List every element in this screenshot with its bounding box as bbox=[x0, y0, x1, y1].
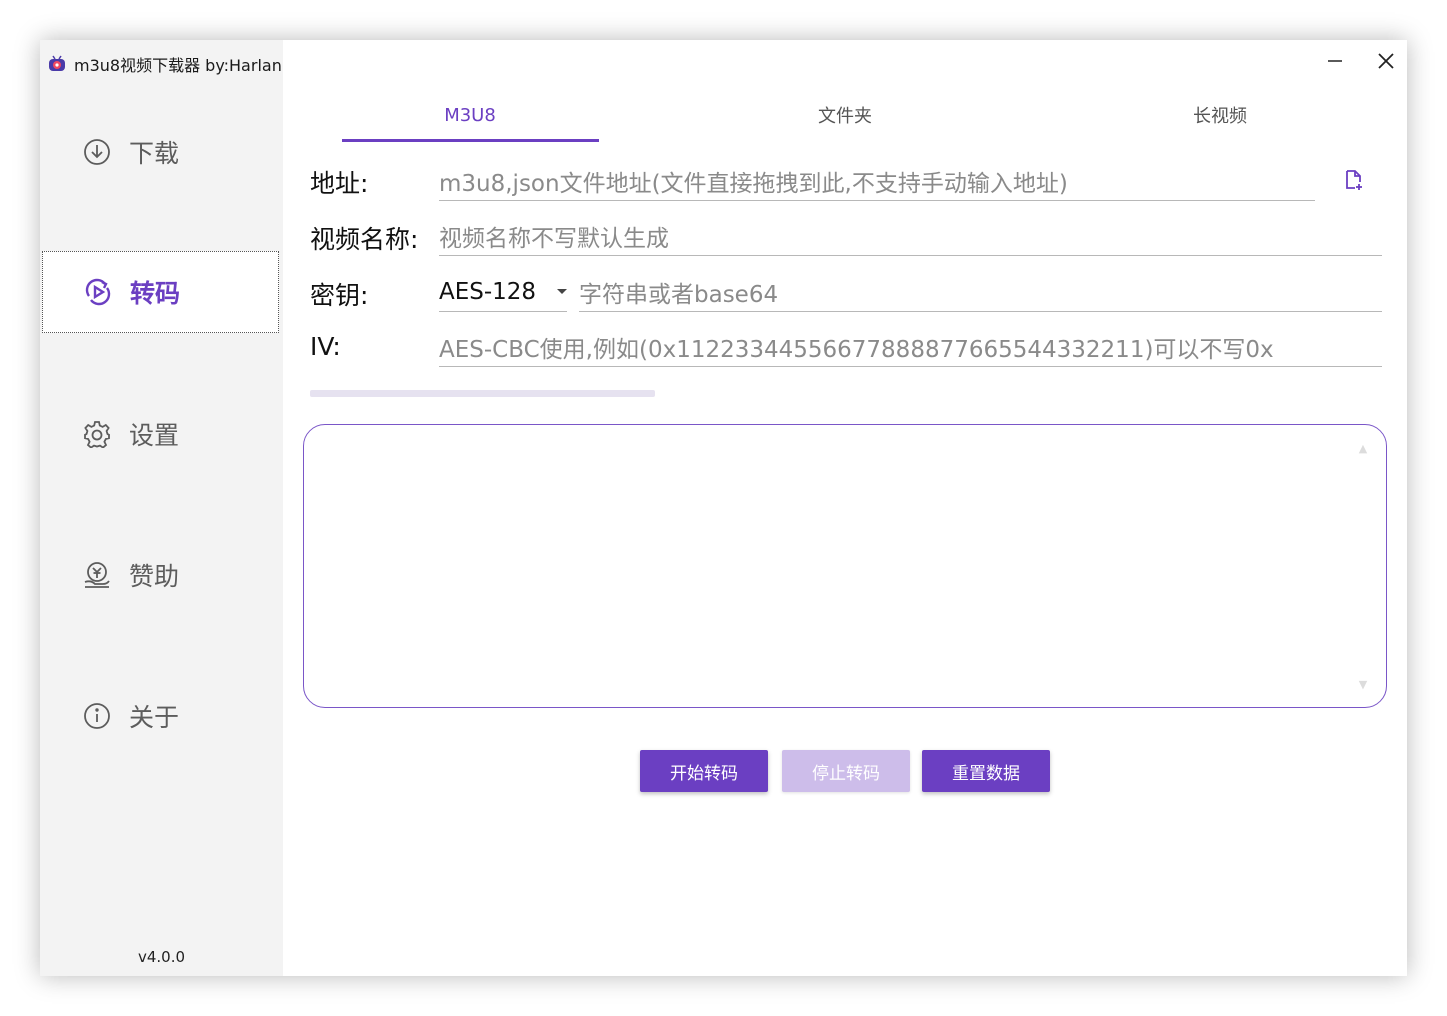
transcode-icon bbox=[83, 277, 113, 307]
sponsor-icon bbox=[82, 560, 112, 590]
reset-data-button[interactable]: 重置数据 bbox=[922, 750, 1050, 792]
sidebar-item-about[interactable]: 关于 bbox=[42, 675, 279, 757]
chevron-down-icon bbox=[557, 289, 567, 294]
sidebar-item-label: 转码 bbox=[130, 279, 181, 308]
progress-bar bbox=[310, 390, 655, 397]
sidebar-item-download[interactable]: 下载 bbox=[42, 111, 279, 193]
close-button[interactable] bbox=[1366, 48, 1406, 78]
download-circle-icon bbox=[82, 137, 112, 167]
minimize-button[interactable] bbox=[1315, 48, 1355, 78]
key-input[interactable]: 字符串或者base64 bbox=[579, 272, 1382, 312]
tab-m3u8[interactable]: M3U8 bbox=[320, 92, 620, 138]
sidebar-item-sponsor[interactable]: 赞助 bbox=[42, 534, 279, 616]
log-textarea[interactable]: ▲ ▼ bbox=[303, 424, 1387, 708]
encryption-method-select[interactable]: AES-128 bbox=[439, 272, 567, 312]
key-placeholder: 字符串或者base64 bbox=[579, 281, 779, 308]
tab-bar: M3U8 文件夹 长视频 bbox=[306, 92, 1398, 142]
minimize-icon bbox=[1327, 53, 1343, 73]
app-title: m3u8视频下载器 by:Harlan bbox=[74, 56, 282, 75]
video-name-label: 视频名称: bbox=[310, 225, 419, 254]
tab-folder[interactable]: 文件夹 bbox=[695, 92, 995, 138]
address-input[interactable]: m3u8,json文件地址(文件直接拖拽到此,不支持手动输入地址) bbox=[439, 161, 1315, 201]
close-icon bbox=[1377, 52, 1395, 74]
start-transcode-button[interactable]: 开始转码 bbox=[640, 750, 768, 792]
file-add-icon[interactable] bbox=[1345, 170, 1365, 192]
version-label: v4.0.0 bbox=[137, 948, 186, 966]
app-title-bar: m3u8视频下载器 by:Harlan bbox=[48, 53, 282, 75]
gear-icon bbox=[82, 419, 112, 449]
info-icon bbox=[82, 701, 112, 731]
address-placeholder: m3u8,json文件地址(文件直接拖拽到此,不支持手动输入地址) bbox=[439, 170, 1068, 197]
key-label: 密钥: bbox=[310, 281, 369, 310]
sidebar-item-settings[interactable]: 设置 bbox=[42, 393, 279, 475]
tab-active-indicator bbox=[342, 139, 599, 142]
sidebar-item-label: 设置 bbox=[129, 421, 180, 450]
video-name-input[interactable]: 视频名称不写默认生成 bbox=[439, 216, 1382, 256]
video-name-placeholder: 视频名称不写默认生成 bbox=[439, 225, 669, 252]
tab-long-video[interactable]: 长视频 bbox=[1070, 92, 1370, 138]
sidebar-item-label: 关于 bbox=[129, 703, 180, 732]
iv-placeholder: AES-CBC使用,例如(0x1122334455667788887766554… bbox=[439, 336, 1274, 363]
address-label: 地址: bbox=[310, 169, 369, 198]
iv-input[interactable]: AES-CBC使用,例如(0x1122334455667788887766554… bbox=[439, 327, 1382, 367]
scroll-down-icon[interactable]: ▼ bbox=[1354, 675, 1372, 693]
app-window: m3u8视频下载器 by:Harlan 下载 转码 设置 赞助 关于 v4.0.… bbox=[40, 40, 1407, 976]
encryption-method-value: AES-128 bbox=[439, 278, 537, 305]
iv-label: IV: bbox=[310, 332, 341, 361]
sidebar-item-label: 赞助 bbox=[129, 562, 180, 591]
sidebar: m3u8视频下载器 by:Harlan 下载 转码 设置 赞助 关于 v4.0.… bbox=[40, 40, 283, 976]
sidebar-item-transcode[interactable]: 转码 bbox=[42, 251, 279, 333]
stop-transcode-button[interactable]: 停止转码 bbox=[782, 750, 910, 792]
scroll-up-icon[interactable]: ▲ bbox=[1354, 439, 1372, 457]
sidebar-item-label: 下载 bbox=[129, 139, 180, 168]
app-logo-icon bbox=[48, 55, 66, 73]
